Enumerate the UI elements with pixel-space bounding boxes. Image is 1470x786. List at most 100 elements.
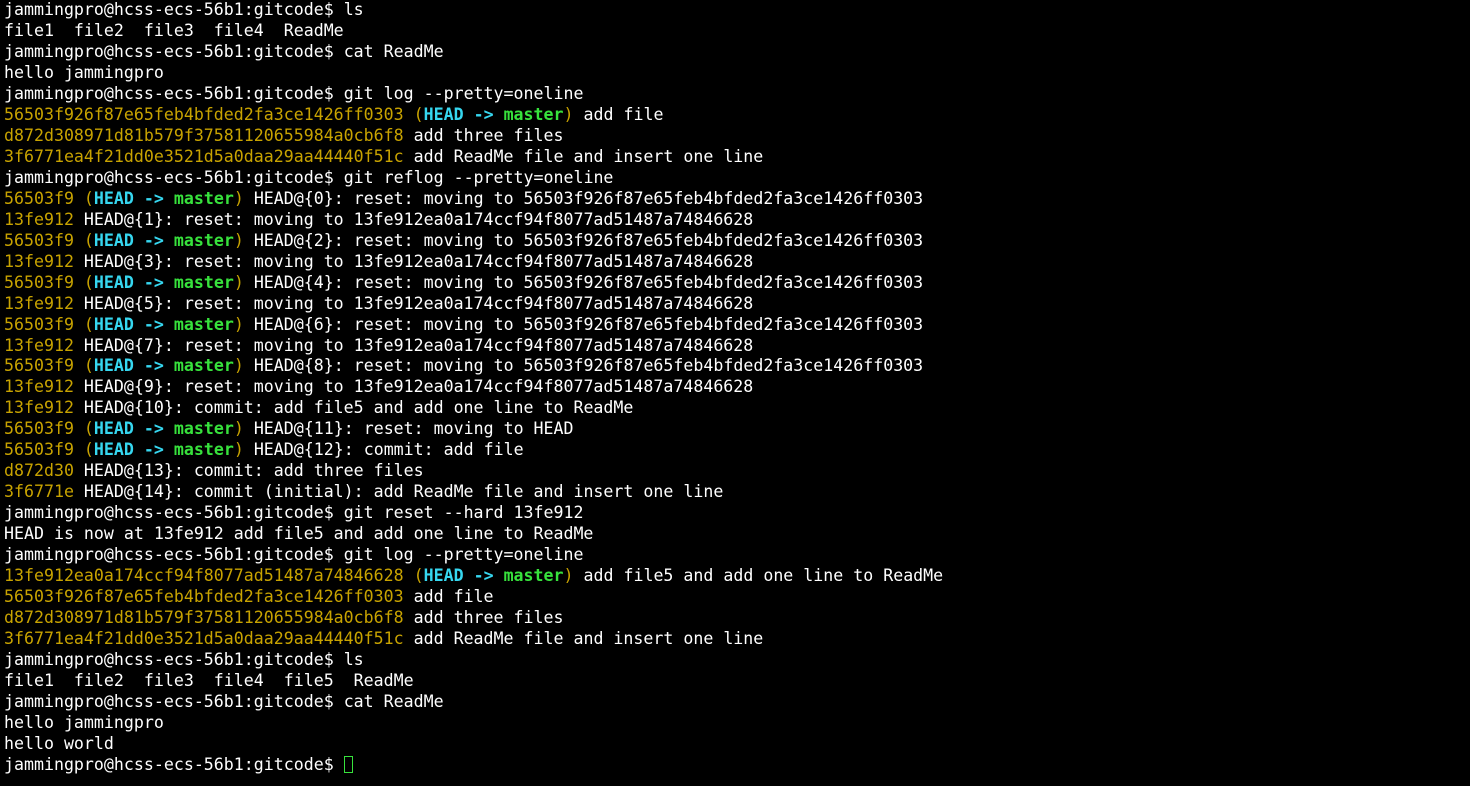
command-text: ls xyxy=(343,0,364,19)
commit-line: 56503f9 (HEAD -> master) HEAD@{2}: reset… xyxy=(4,231,1470,252)
commit-message: HEAD@{10}: commit: add file5 and add one… xyxy=(73,398,634,418)
ref-arrow: -> xyxy=(473,566,494,586)
ref-close-paren: ) xyxy=(233,188,244,208)
branch-ref-master: master xyxy=(503,566,564,586)
command-line: jammingpro@hcss-ecs-56b1:gitcode$ ls xyxy=(4,650,1470,671)
command-line: jammingpro@hcss-ecs-56b1:gitcode$ cat Re… xyxy=(4,692,1470,713)
ref-space xyxy=(164,315,174,334)
prompt: jammingpro@hcss-ecs-56b1:gitcode$ xyxy=(4,545,334,565)
commit-line: 3f6771ea4f21dd0e3521d5a0daa29aa44440f51c… xyxy=(4,629,1470,650)
commit-line: 56503f9 (HEAD -> master) HEAD@{6}: reset… xyxy=(4,315,1470,336)
command-line: jammingpro@hcss-ecs-56b1:gitcode$ ls xyxy=(4,0,1470,21)
commit-line: 56503f9 (HEAD -> master) HEAD@{11}: rese… xyxy=(4,419,1470,440)
ref-arrow: -> xyxy=(143,230,164,250)
output-text: file1 file2 file3 file4 file5 ReadMe xyxy=(4,671,414,690)
command-line: jammingpro@hcss-ecs-56b1:gitcode$ git re… xyxy=(4,503,1470,524)
ref-arrow: -> xyxy=(473,104,494,124)
command-line: jammingpro@hcss-ecs-56b1:gitcode$ cat Re… xyxy=(4,42,1470,63)
ref-arrow: -> xyxy=(143,419,164,439)
ref-close-paren: ) xyxy=(233,272,244,292)
commit-line: 3f6771ea4f21dd0e3521d5a0daa29aa44440f51c… xyxy=(4,147,1470,168)
head-ref: HEAD xyxy=(423,104,464,124)
commit-hash: 13fe912 xyxy=(4,335,74,355)
commit-hash: 56503f926f87e65feb4bfded2fa3ce1426ff0303 xyxy=(4,104,404,124)
branch-ref-master: master xyxy=(173,272,234,292)
commit-message: HEAD@{8}: reset: moving to 56503f926f87e… xyxy=(243,356,924,376)
cursor[interactable] xyxy=(343,755,353,773)
ref-space xyxy=(164,189,174,208)
ref-close-paren: ) xyxy=(563,566,574,586)
commit-hash: 13fe912 xyxy=(4,377,74,397)
ref-arrow: -> xyxy=(143,188,164,208)
commit-message: HEAD@{11}: reset: moving to HEAD xyxy=(243,419,574,439)
output-text: hello world xyxy=(4,733,114,753)
prompt: jammingpro@hcss-ecs-56b1:gitcode$ xyxy=(4,83,334,103)
commit-message: add file xyxy=(403,587,494,607)
branch-ref-master: master xyxy=(173,188,234,208)
output-text: hello jammingpro xyxy=(4,62,164,82)
ref-space xyxy=(164,356,174,375)
commit-line: 13fe912 HEAD@{10}: commit: add file5 and… xyxy=(4,398,1470,419)
commit-hash: 56503f9 xyxy=(4,314,74,334)
commit-line: 13fe912 HEAD@{9}: reset: moving to 13fe9… xyxy=(4,377,1470,398)
commit-message: HEAD@{6}: reset: moving to 56503f926f87e… xyxy=(243,314,924,334)
commit-line: 13fe912 HEAD@{7}: reset: moving to 13fe9… xyxy=(4,336,1470,357)
ref-close-paren: ) xyxy=(233,419,244,439)
prompt: jammingpro@hcss-ecs-56b1:gitcode$ xyxy=(4,691,334,711)
commit-message: HEAD@{14}: commit (initial): add ReadMe … xyxy=(73,482,724,502)
ref-space xyxy=(164,419,174,438)
commit-message: HEAD@{1}: reset: moving to 13fe912ea0a17… xyxy=(73,209,754,229)
branch-ref-master: master xyxy=(173,440,234,460)
commit-line: 13fe912 HEAD@{3}: reset: moving to 13fe9… xyxy=(4,252,1470,273)
commit-message: HEAD@{12}: commit: add file xyxy=(243,440,524,460)
commit-hash: 3f6771e xyxy=(4,482,74,502)
command-text: git reset --hard 13fe912 xyxy=(343,503,584,523)
ref-open-paren: ( xyxy=(73,188,94,208)
commit-line: 3f6771e HEAD@{14}: commit (initial): add… xyxy=(4,482,1470,503)
commit-message: add ReadMe file and insert one line xyxy=(403,146,764,166)
ref-space xyxy=(134,356,144,375)
commit-hash: 56503f9 xyxy=(4,356,74,376)
ref-space xyxy=(134,419,144,438)
commit-hash: d872d308971d81b579f37581120655984a0cb6f8 xyxy=(4,125,404,145)
commit-line: 13fe912 HEAD@{1}: reset: moving to 13fe9… xyxy=(4,210,1470,231)
ref-space xyxy=(134,440,144,459)
ref-open-paren: ( xyxy=(73,440,94,460)
output-line: file1 file2 file3 file4 file5 ReadMe xyxy=(4,671,1470,692)
commit-line: d872d308971d81b579f37581120655984a0cb6f8… xyxy=(4,608,1470,629)
commit-hash: 13fe912 xyxy=(4,293,74,313)
output-line: hello jammingpro xyxy=(4,713,1470,734)
commit-line: 13fe912ea0a174ccf94f8077ad51487a74846628… xyxy=(4,566,1470,587)
commit-hash: 56503f9 xyxy=(4,230,74,250)
commit-message: HEAD@{5}: reset: moving to 13fe912ea0a17… xyxy=(73,293,754,313)
commit-hash: 13fe912 xyxy=(4,398,74,418)
ref-close-paren: ) xyxy=(563,104,574,124)
head-ref: HEAD xyxy=(93,188,134,208)
commit-line: d872d30 HEAD@{13}: commit: add three fil… xyxy=(4,461,1470,482)
ref-open-paren: ( xyxy=(73,356,94,376)
command-text: cat ReadMe xyxy=(343,691,444,711)
commit-hash: 56503f9 xyxy=(4,419,74,439)
ref-arrow: -> xyxy=(143,272,164,292)
ref-close-paren: ) xyxy=(233,314,244,334)
head-ref: HEAD xyxy=(93,272,134,292)
prompt: jammingpro@hcss-ecs-56b1:gitcode$ xyxy=(4,754,334,774)
ref-space xyxy=(164,231,174,250)
commit-message: HEAD@{9}: reset: moving to 13fe912ea0a17… xyxy=(73,377,754,397)
ref-arrow: -> xyxy=(143,440,164,460)
commit-message: add three files xyxy=(403,125,564,145)
command-line: jammingpro@hcss-ecs-56b1:gitcode$ git lo… xyxy=(4,84,1470,105)
ref-space xyxy=(494,105,504,124)
output-text: file1 file2 file3 file4 ReadMe xyxy=(4,20,344,40)
head-ref: HEAD xyxy=(93,230,134,250)
commit-hash: 56503f9 xyxy=(4,188,74,208)
output-line: hello world xyxy=(4,734,1470,755)
commit-hash: 56503f9 xyxy=(4,272,74,292)
commit-hash: 56503f9 xyxy=(4,440,74,460)
commit-hash: 13fe912ea0a174ccf94f8077ad51487a74846628 xyxy=(4,566,404,586)
command-line: jammingpro@hcss-ecs-56b1:gitcode$ git re… xyxy=(4,168,1470,189)
ref-arrow: -> xyxy=(143,314,164,334)
terminal-window[interactable]: jammingpro@hcss-ecs-56b1:gitcode$ ls file… xyxy=(0,0,1470,786)
command-text: ls xyxy=(343,650,364,670)
commit-line: 56503f926f87e65feb4bfded2fa3ce1426ff0303… xyxy=(4,105,1470,126)
